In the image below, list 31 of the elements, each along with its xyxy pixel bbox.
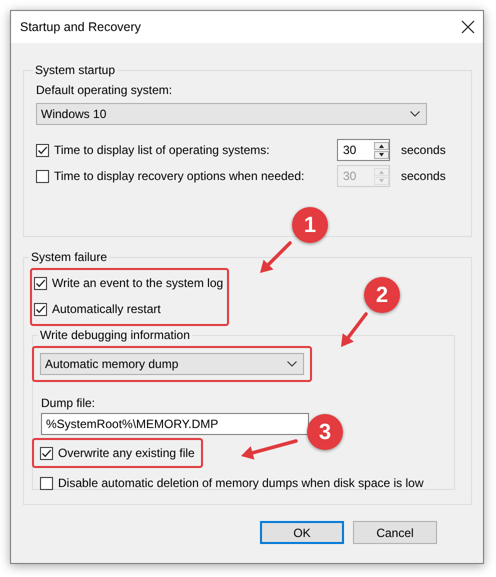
window-title: Startup and Recovery	[20, 20, 141, 34]
os-dropdown[interactable]: Windows 10	[36, 103, 427, 125]
checkbox[interactable]	[34, 276, 47, 290]
checkbox[interactable]	[40, 476, 53, 490]
checkbox-label: Time to display recovery options when needed:	[54, 169, 306, 183]
field-label: Dump file:	[41, 396, 96, 410]
field-label: Default operating system:	[36, 83, 172, 97]
checkbox-label: Time to display list of operating systems:	[54, 143, 271, 157]
checkbox-label: Overwrite any existing file	[58, 446, 195, 460]
checkbox[interactable]	[36, 144, 49, 156]
group-title: Write debugging information	[39, 328, 191, 342]
close-icon[interactable]	[461, 20, 475, 34]
checkbox[interactable]	[34, 302, 47, 316]
group-title: System failure	[30, 250, 108, 264]
checkbox-label: Write an event to the system log	[52, 276, 224, 290]
chevron-down-icon	[287, 361, 297, 367]
arrow	[260, 241, 292, 273]
dump-type-dropdown[interactable]: Automatic memory dump	[40, 353, 304, 375]
checkbox[interactable]	[40, 446, 53, 460]
group-title: System startup	[34, 63, 116, 77]
unit-label: seconds	[401, 143, 446, 157]
unit-label: seconds	[401, 169, 446, 183]
cancel-button[interactable]: Cancel	[353, 521, 437, 544]
arrow	[241, 439, 298, 460]
seconds-spinner[interactable]: 30	[337, 139, 390, 161]
arrow	[341, 312, 368, 347]
chevron-down-icon	[410, 111, 420, 117]
ok-button[interactable]: OK	[260, 521, 344, 544]
checkbox-label: Disable automatic deletion of memory dumps when disk space is low	[58, 476, 424, 490]
input-field[interactable]: %SystemRoot%\MEMORY.DMP	[41, 413, 309, 435]
checkbox-label: Automatically restart	[52, 302, 161, 316]
